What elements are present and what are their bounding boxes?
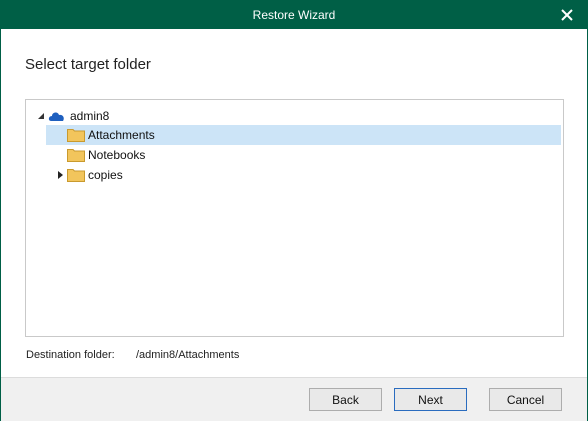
tree-item-label: admin8 bbox=[70, 109, 110, 123]
window-title: Restore Wizard bbox=[252, 8, 336, 22]
next-button[interactable]: Next bbox=[394, 388, 467, 411]
tree-item-admin8[interactable]: admin8 bbox=[26, 106, 561, 126]
back-button[interactable]: Back bbox=[309, 388, 382, 411]
tree-item-notebooks[interactable]: Notebooks bbox=[46, 145, 561, 165]
onedrive-cloud-icon bbox=[48, 112, 64, 121]
title-bar: Restore Wizard bbox=[1, 1, 587, 29]
close-icon bbox=[561, 9, 573, 21]
button-bar: Back Next Cancel bbox=[1, 377, 587, 421]
collapsed-arrow-icon[interactable] bbox=[56, 170, 66, 180]
folder-icon bbox=[67, 149, 85, 162]
tree-item-label: Notebooks bbox=[88, 148, 146, 162]
expanded-arrow-icon[interactable] bbox=[36, 111, 46, 121]
close-button[interactable] bbox=[557, 5, 577, 25]
destination-value: /admin8/Attachments bbox=[136, 349, 240, 361]
folder-icon bbox=[67, 169, 85, 182]
destination-label: Destination folder: bbox=[26, 349, 115, 361]
tree-item-label: copies bbox=[88, 168, 123, 182]
restore-wizard-window: Restore Wizard Select target folder admi… bbox=[0, 0, 588, 421]
tree-item-label: Attachments bbox=[88, 128, 155, 142]
folder-icon bbox=[67, 129, 85, 142]
page-heading: Select target folder bbox=[25, 56, 151, 73]
folder-tree[interactable]: admin8 Attachments Notebooks copies bbox=[25, 99, 564, 337]
cancel-button[interactable]: Cancel bbox=[489, 388, 562, 411]
tree-item-attachments[interactable]: Attachments bbox=[46, 125, 561, 145]
tree-item-copies[interactable]: copies bbox=[46, 165, 561, 185]
